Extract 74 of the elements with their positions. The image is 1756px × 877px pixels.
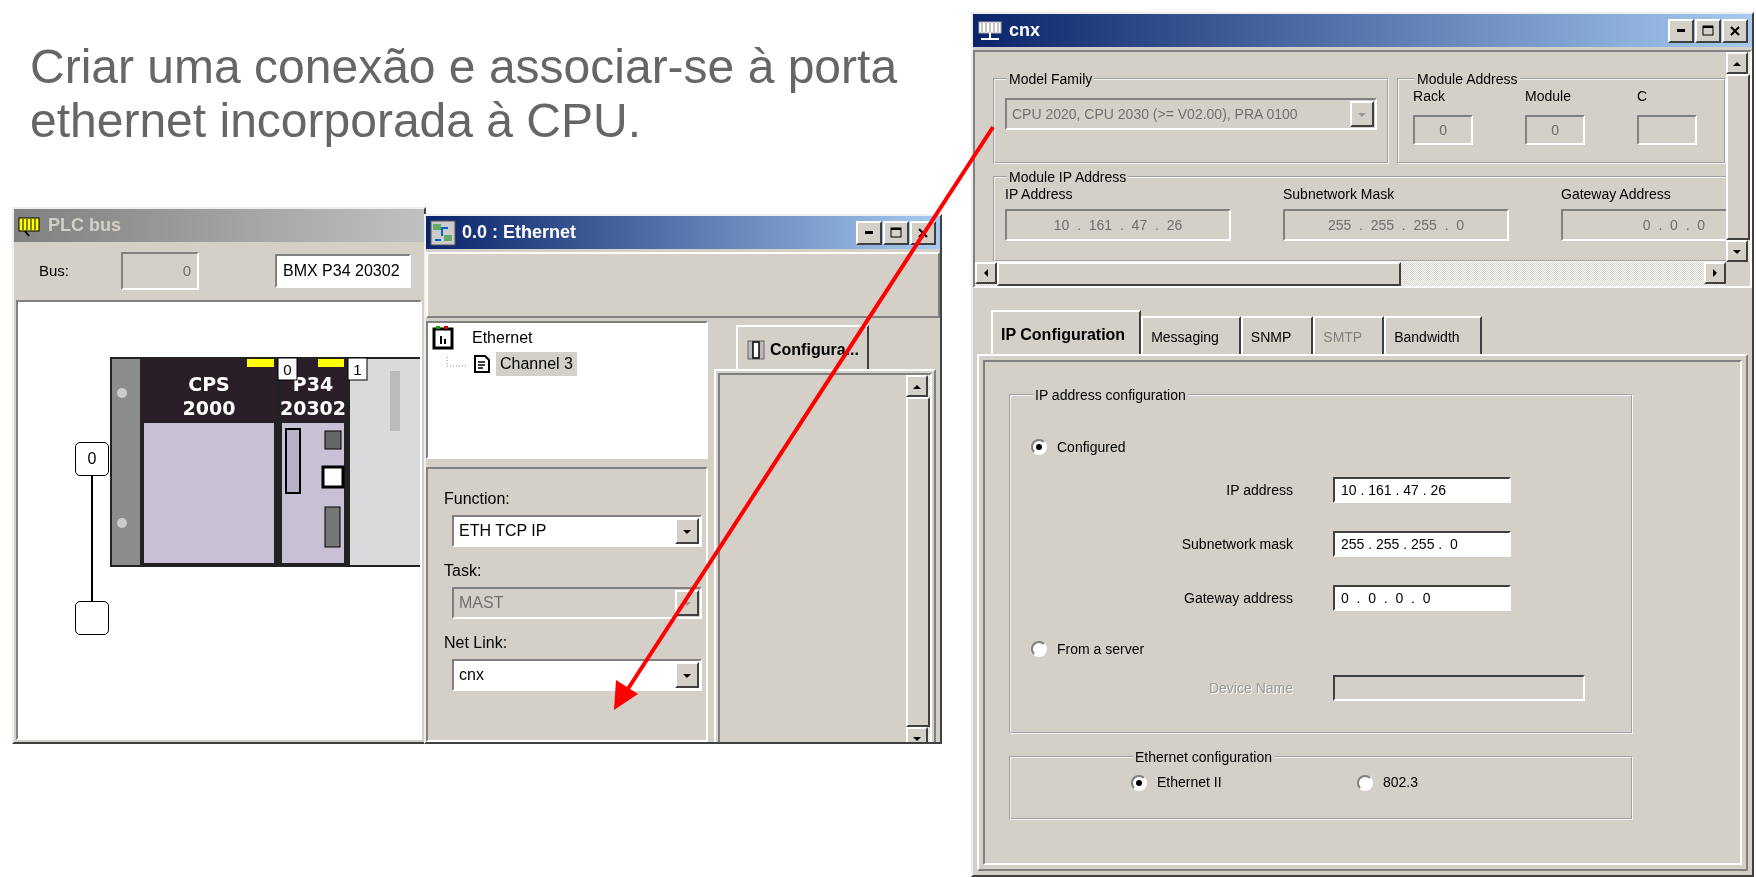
group-legend: Module IP Address — [1007, 170, 1129, 184]
radio-button[interactable] — [1031, 641, 1047, 657]
field-label: Task: — [444, 561, 483, 582]
dropdown-button[interactable] — [675, 518, 699, 545]
bus-node[interactable]: 0 — [75, 442, 109, 476]
option-label: Configured — [1057, 437, 1126, 457]
group-legend: Model Family — [1007, 72, 1095, 86]
scroll-up-button[interactable] — [906, 375, 928, 398]
minimize-button[interactable] — [856, 220, 882, 245]
rack-reference-field[interactable]: BMX P34 20302 — [275, 254, 411, 288]
group-legend: IP address configuration — [1033, 388, 1188, 402]
option-label: Ethernet II — [1157, 773, 1222, 792]
radio-button[interactable] — [1357, 774, 1373, 791]
bus-label: Bus: — [39, 260, 70, 281]
minimize-icon — [1677, 29, 1685, 32]
scroll-up-button[interactable] — [1726, 52, 1748, 74]
scrollbar-thumb[interactable] — [1726, 74, 1750, 240]
network-icon — [977, 19, 1003, 42]
tab[interactable]: IP Configuration — [991, 310, 1142, 354]
maximize-icon — [890, 227, 902, 238]
field-label: IP address — [1225, 480, 1293, 500]
triangle-right-icon — [1710, 268, 1720, 278]
bus-node[interactable] — [75, 601, 109, 635]
window-title: 0.0 : Ethernet — [462, 221, 578, 244]
group-legend: Module Address — [1415, 72, 1520, 86]
scroll-down-button[interactable] — [1726, 240, 1748, 262]
dropdown-field[interactable]: cnx — [452, 659, 702, 692]
scroll-left-button[interactable] — [975, 262, 997, 284]
maximize-icon — [1702, 25, 1714, 36]
module-icon — [746, 339, 766, 362]
field-label: C — [1637, 87, 1649, 106]
field-label: Subnetwork Mask — [1283, 185, 1396, 204]
ip-field[interactable]: 10 . 161 . 47 . 26 — [1333, 477, 1511, 503]
minimize-icon — [865, 231, 873, 234]
radio-button[interactable] — [1031, 439, 1047, 455]
tab[interactable]: Messaging — [1141, 316, 1241, 354]
field-label: Gateway Address — [1561, 185, 1672, 204]
dropdown-field[interactable]: ETH TCP IP — [452, 515, 702, 548]
module-label: CPS 2000 — [182, 373, 236, 419]
field-label: Subnetwork mask — [1180, 534, 1293, 554]
radio-button[interactable] — [1131, 774, 1147, 791]
slot-number: 1 — [347, 357, 368, 381]
tree-item[interactable]: Ethernet — [472, 326, 533, 351]
module-box-icon — [432, 326, 454, 351]
field-label: IP Address — [1005, 185, 1074, 204]
tab[interactable]: Bandwidth — [1384, 316, 1482, 354]
field-label: Function: — [444, 489, 511, 510]
minimize-button[interactable] — [1668, 18, 1694, 43]
window-title: PLC bus — [48, 214, 122, 237]
scroll-right-button[interactable] — [1704, 262, 1726, 284]
dropdown-button[interactable] — [675, 662, 699, 689]
rack-icon — [18, 214, 42, 237]
field-label: Rack — [1413, 87, 1446, 106]
field-label: Module — [1525, 87, 1572, 106]
close-button[interactable] — [1722, 18, 1748, 43]
field-label: Net Link: — [444, 633, 509, 654]
slide-heading: Criar uma conexão e associar-se à porta ethernet incorporada à CPU. — [30, 40, 899, 148]
maximize-button[interactable] — [1695, 18, 1721, 43]
field-label: Device Name — [1207, 678, 1293, 698]
ip-field[interactable]: 0 . 0 . 0 . 0 — [1333, 585, 1511, 611]
field-label: Gateway address — [1183, 588, 1293, 608]
tree-item[interactable]: Channel 3 — [496, 352, 577, 377]
document-icon — [474, 355, 490, 374]
option-label: 802.3 — [1383, 773, 1419, 792]
option-label: From a server — [1057, 639, 1145, 659]
group-legend: Ethernet configuration — [1133, 750, 1274, 764]
window-title: cnx — [1009, 19, 1042, 42]
ip-field[interactable]: 255 . 255 . 255 . 0 — [1333, 531, 1511, 557]
maximize-button[interactable] — [883, 220, 909, 245]
network-module-icon — [430, 219, 456, 246]
tab[interactable]: SNMP — [1240, 316, 1314, 354]
close-icon — [918, 227, 928, 238]
close-icon — [1730, 25, 1740, 36]
scrollbar-thumb[interactable] — [997, 262, 1401, 286]
